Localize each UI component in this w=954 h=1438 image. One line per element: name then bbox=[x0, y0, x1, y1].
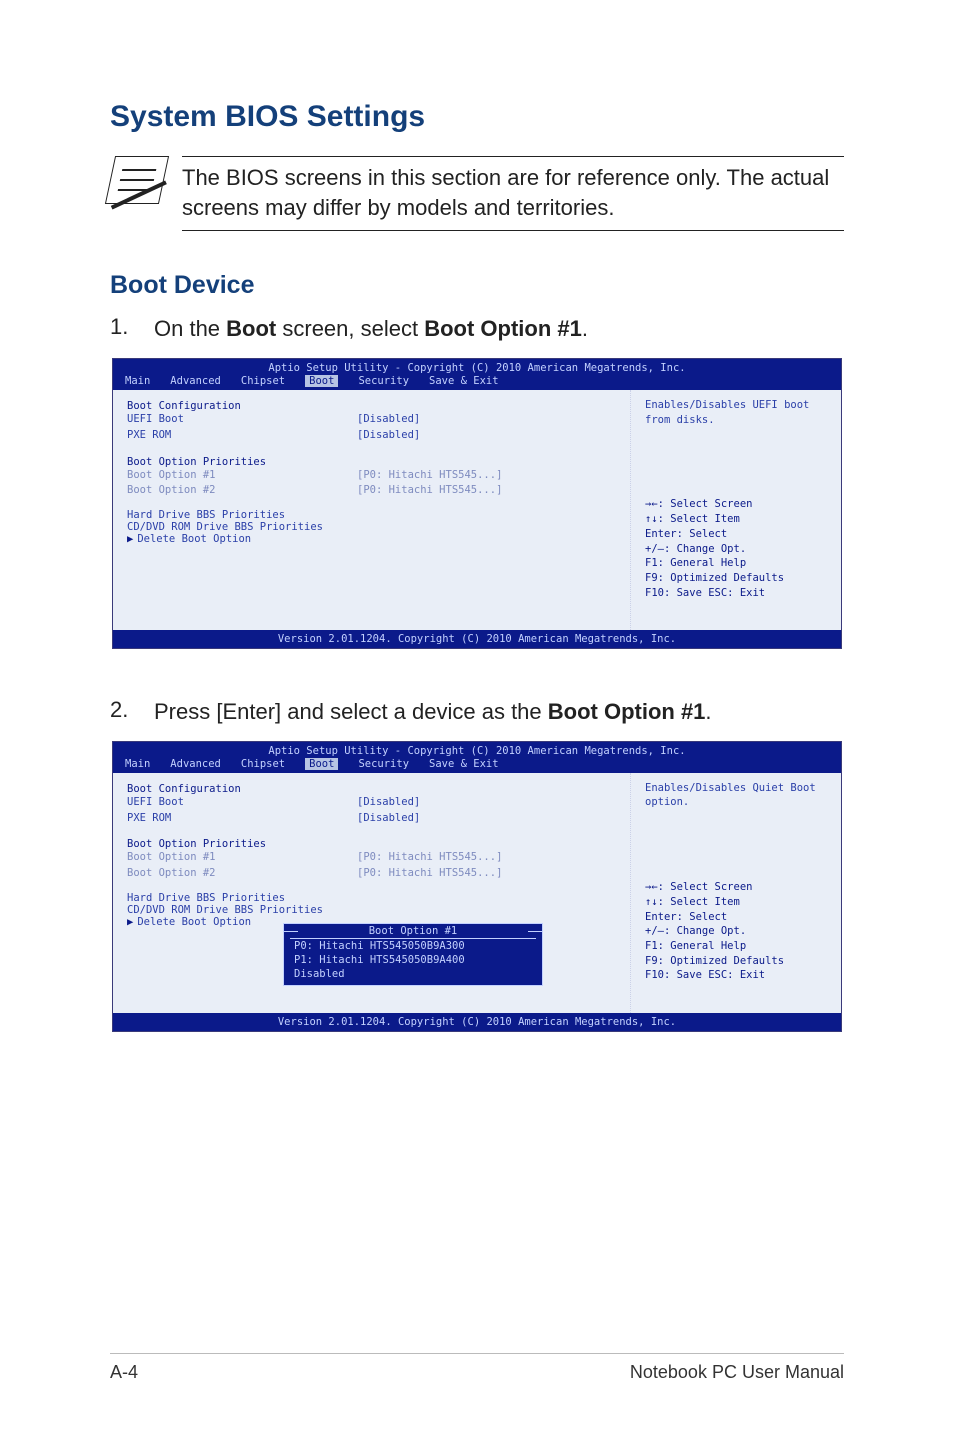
uefi-boot-value: [Disabled] bbox=[357, 795, 420, 811]
popup-option[interactable]: P0: Hitachi HTS545050B9A300 bbox=[284, 939, 542, 953]
tab-advanced[interactable]: Advanced bbox=[170, 758, 221, 770]
tab-boot[interactable]: Boot bbox=[305, 758, 338, 770]
tab-main[interactable]: Main bbox=[125, 758, 150, 770]
key-legend: →←: Select Screen ↑↓: Select Item Enter:… bbox=[645, 497, 829, 600]
submenu-arrow-icon: ▶ bbox=[127, 533, 133, 545]
boot-configuration-header: Boot Configuration bbox=[127, 400, 620, 412]
step-1: 1. On the Boot screen, select Boot Optio… bbox=[110, 314, 844, 344]
boot-option-2-value: [P0: Hitachi HTS545...] bbox=[357, 483, 502, 499]
uefi-boot-item[interactable]: UEFI Boot bbox=[127, 795, 357, 811]
step-text: Press [Enter] and select a device as the… bbox=[154, 697, 844, 727]
pxe-rom-item[interactable]: PXE ROM bbox=[127, 811, 357, 827]
manual-name: Notebook PC User Manual bbox=[630, 1362, 844, 1383]
bios-screenshot-1: Aptio Setup Utility - Copyright (C) 2010… bbox=[112, 358, 842, 649]
boot-option-popup: Boot Option #1 P0: Hitachi HTS545050B9A3… bbox=[283, 923, 543, 986]
cd-bbs-item[interactable]: CD/DVD ROM Drive BBS Priorities bbox=[127, 904, 620, 916]
uefi-boot-value: [Disabled] bbox=[357, 412, 420, 428]
tab-save-exit[interactable]: Save & Exit bbox=[429, 758, 499, 770]
page-footer: A-4 Notebook PC User Manual bbox=[110, 1353, 844, 1383]
key-select-item: ↑↓: Select Item bbox=[645, 512, 829, 527]
bios-left-pane: Boot Configuration UEFI Boot [Disabled] … bbox=[113, 390, 631, 630]
boot-priorities-header: Boot Option Priorities bbox=[127, 838, 620, 850]
step-text-part: screen, select bbox=[276, 316, 424, 341]
help-text: Enables/Disables Quiet Boot option. bbox=[645, 781, 829, 810]
tab-chipset[interactable]: Chipset bbox=[241, 758, 285, 770]
delete-boot-item[interactable]: ▶ Delete Boot Option bbox=[127, 533, 620, 545]
popup-option[interactable]: Disabled bbox=[284, 967, 542, 981]
step-text: On the Boot screen, select Boot Option #… bbox=[154, 314, 844, 344]
page-title: System BIOS Settings bbox=[110, 100, 844, 134]
bios-footer: Version 2.01.1204. Copyright (C) 2010 Am… bbox=[113, 1013, 841, 1031]
step-text-part: . bbox=[582, 316, 588, 341]
step-text-bold: Boot Option #1 bbox=[548, 699, 706, 724]
tab-boot[interactable]: Boot bbox=[305, 375, 338, 387]
boot-option-1-item[interactable]: Boot Option #1 bbox=[127, 468, 357, 484]
tab-advanced[interactable]: Advanced bbox=[170, 375, 221, 387]
uefi-boot-item[interactable]: UEFI Boot bbox=[127, 412, 357, 428]
boot-option-1-value: [P0: Hitachi HTS545...] bbox=[357, 468, 502, 484]
key-enter: Enter: Select bbox=[645, 527, 829, 542]
key-f10: F10: Save ESC: Exit bbox=[645, 586, 829, 601]
step-number: 1. bbox=[110, 314, 154, 344]
step-text-part: Press [Enter] and select a device as the bbox=[154, 699, 548, 724]
step-number: 2. bbox=[110, 697, 154, 727]
step-text-bold: Boot Option #1 bbox=[424, 316, 582, 341]
boot-option-1-value: [P0: Hitachi HTS545...] bbox=[357, 850, 502, 866]
boot-option-2-value: [P0: Hitachi HTS545...] bbox=[357, 866, 502, 882]
bios-right-pane: Enables/Disables UEFI boot from disks. →… bbox=[631, 390, 841, 630]
bios-title: Aptio Setup Utility - Copyright (C) 2010… bbox=[113, 359, 841, 375]
note-block: The BIOS screens in this section are for… bbox=[110, 156, 844, 231]
key-select-item: ↑↓: Select Item bbox=[645, 895, 829, 910]
help-text: Enables/Disables UEFI boot from disks. bbox=[645, 398, 829, 427]
hdd-bbs-item[interactable]: Hard Drive BBS Priorities bbox=[127, 509, 620, 521]
pxe-rom-value: [Disabled] bbox=[357, 811, 420, 827]
bios-tabs: Main Advanced Chipset Boot Security Save… bbox=[113, 375, 841, 390]
submenu-arrow-icon: ▶ bbox=[127, 916, 133, 928]
note-text: The BIOS screens in this section are for… bbox=[182, 156, 844, 231]
key-f10: F10: Save ESC: Exit bbox=[645, 968, 829, 983]
key-f9: F9: Optimized Defaults bbox=[645, 954, 829, 969]
key-select-screen: →←: Select Screen bbox=[645, 880, 829, 895]
boot-option-2-item[interactable]: Boot Option #2 bbox=[127, 866, 357, 882]
boot-configuration-header: Boot Configuration bbox=[127, 783, 620, 795]
step-text-part: On the bbox=[154, 316, 226, 341]
hdd-bbs-item[interactable]: Hard Drive BBS Priorities bbox=[127, 892, 620, 904]
delete-boot-label: Delete Boot Option bbox=[137, 916, 251, 928]
bios-tabs: Main Advanced Chipset Boot Security Save… bbox=[113, 758, 841, 773]
pxe-rom-item[interactable]: PXE ROM bbox=[127, 428, 357, 444]
bios-footer: Version 2.01.1204. Copyright (C) 2010 Am… bbox=[113, 630, 841, 648]
cd-bbs-item[interactable]: CD/DVD ROM Drive BBS Priorities bbox=[127, 521, 620, 533]
tab-main[interactable]: Main bbox=[125, 375, 150, 387]
step-text-part: . bbox=[705, 699, 711, 724]
boot-option-2-item[interactable]: Boot Option #2 bbox=[127, 483, 357, 499]
bios-screenshot-2: Aptio Setup Utility - Copyright (C) 2010… bbox=[112, 741, 842, 1032]
boot-option-1-item[interactable]: Boot Option #1 bbox=[127, 850, 357, 866]
tab-save-exit[interactable]: Save & Exit bbox=[429, 375, 499, 387]
bios-right-pane: Enables/Disables Quiet Boot option. →←: … bbox=[631, 773, 841, 1013]
tab-security[interactable]: Security bbox=[358, 375, 409, 387]
key-change: +/—: Change Opt. bbox=[645, 542, 829, 557]
section-title: Boot Device bbox=[110, 271, 844, 300]
page-number: A-4 bbox=[110, 1362, 138, 1383]
bios-title: Aptio Setup Utility - Copyright (C) 2010… bbox=[113, 742, 841, 758]
tab-security[interactable]: Security bbox=[358, 758, 409, 770]
tab-chipset[interactable]: Chipset bbox=[241, 375, 285, 387]
key-f1: F1: General Help bbox=[645, 939, 829, 954]
bios-left-pane: Boot Configuration UEFI Boot [Disabled] … bbox=[113, 773, 631, 1013]
delete-boot-label: Delete Boot Option bbox=[137, 533, 251, 545]
popup-option[interactable]: P1: Hitachi HTS545050B9A400 bbox=[284, 953, 542, 967]
key-f1: F1: General Help bbox=[645, 556, 829, 571]
step-text-bold: Boot bbox=[226, 316, 276, 341]
pxe-rom-value: [Disabled] bbox=[357, 428, 420, 444]
key-f9: F9: Optimized Defaults bbox=[645, 571, 829, 586]
boot-priorities-header: Boot Option Priorities bbox=[127, 456, 620, 468]
note-icon bbox=[105, 156, 169, 204]
key-select-screen: →←: Select Screen bbox=[645, 497, 829, 512]
key-enter: Enter: Select bbox=[645, 910, 829, 925]
step-2: 2. Press [Enter] and select a device as … bbox=[110, 697, 844, 727]
key-change: +/—: Change Opt. bbox=[645, 924, 829, 939]
key-legend: →←: Select Screen ↑↓: Select Item Enter:… bbox=[645, 880, 829, 983]
popup-title: Boot Option #1 bbox=[290, 924, 536, 939]
